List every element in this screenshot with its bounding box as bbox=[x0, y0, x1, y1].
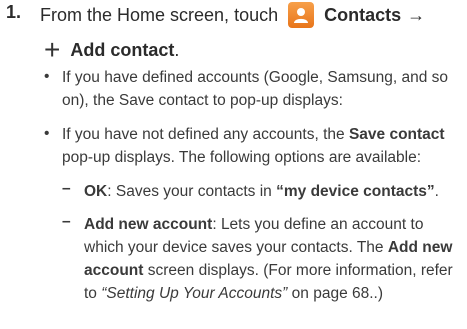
bullet-text-no-accounts: If you have not defined any accounts, th… bbox=[62, 123, 457, 169]
dash-marker: – bbox=[62, 213, 71, 230]
add-contact-label: Add contact bbox=[70, 39, 175, 60]
manual-page: 1. From the Home screen, touch Contacts … bbox=[0, 0, 467, 329]
step-line-2: + Add contact. bbox=[40, 36, 179, 64]
person-icon bbox=[294, 8, 309, 23]
ok-end: . bbox=[434, 183, 439, 200]
bullet-2-suffix: pop-up displays. The following options a… bbox=[62, 149, 422, 166]
subitem-ok: OK: Saves your contacts in “my device co… bbox=[84, 180, 459, 203]
dash-marker: – bbox=[62, 180, 71, 197]
ok-description: : Saves your contacts in bbox=[107, 183, 272, 200]
my-device-contacts: “my device contacts” bbox=[276, 183, 435, 200]
bullet-marker: • bbox=[44, 68, 50, 85]
page-reference: on page 68..) bbox=[291, 285, 384, 302]
setting-up-accounts-ref: “Setting Up Your Accounts” bbox=[101, 285, 288, 302]
contacts-label: Contacts bbox=[324, 4, 402, 25]
bullet-2-prefix: If you have not defined any accounts, th… bbox=[62, 126, 345, 143]
step-line-1: From the Home screen, touch Contacts → bbox=[40, 2, 425, 28]
ok-label: OK bbox=[84, 183, 108, 200]
step-intro-text: From the Home screen, touch bbox=[40, 4, 279, 25]
subitem-add-new-account: Add new account: Lets you define an acco… bbox=[84, 213, 459, 305]
step-number: 1. bbox=[6, 2, 22, 22]
contacts-app-icon bbox=[288, 2, 315, 28]
bullet-marker: • bbox=[44, 125, 50, 142]
save-contact-label: Save contact bbox=[348, 126, 445, 143]
add-new-account-label: Add new account bbox=[84, 216, 213, 233]
add-contact-suffix: . bbox=[174, 39, 180, 60]
bullet-text-accounts-defined: If you have defined accounts (Google, Sa… bbox=[62, 69, 449, 109]
plus-icon: + bbox=[44, 34, 61, 65]
arrow-symbol: → bbox=[407, 4, 426, 25]
